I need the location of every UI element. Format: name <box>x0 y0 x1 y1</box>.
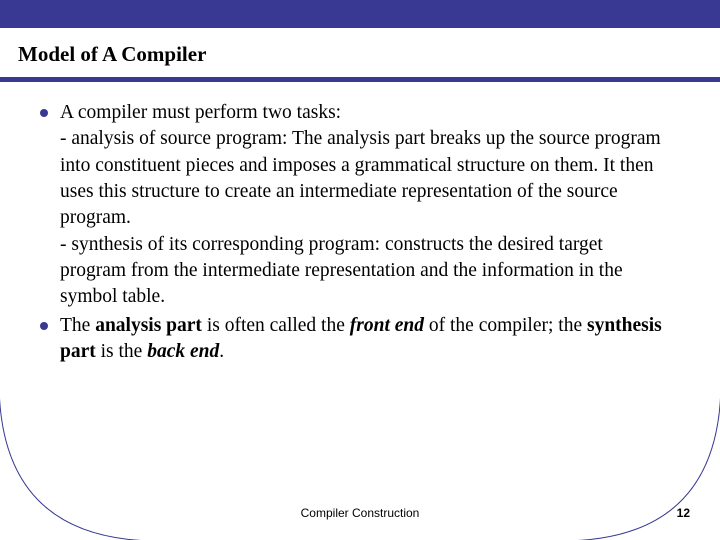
page-number: 12 <box>677 506 690 520</box>
bullet-text: A compiler must perform two tasks: - ana… <box>60 100 670 311</box>
title-area: Model of A Compiler <box>0 28 720 73</box>
slide-title: Model of A Compiler <box>18 42 720 67</box>
footer-center-text: Compiler Construction <box>301 506 420 520</box>
bullet-sub2: - synthesis of its corresponding program… <box>60 234 623 308</box>
bullet-sub1: - analysis of source program: The analys… <box>60 128 661 228</box>
bullet-text: The analysis part is often called the fr… <box>60 313 670 366</box>
text-bold: analysis part <box>95 315 202 336</box>
bullet-lead: A compiler must perform two tasks: <box>60 102 341 123</box>
text-run: of the compiler; the <box>424 315 587 336</box>
footer: Compiler Construction 12 <box>0 506 720 520</box>
text-run: is often called the <box>202 315 350 336</box>
bullet-item: The analysis part is often called the fr… <box>40 313 670 366</box>
bullet-item: A compiler must perform two tasks: - ana… <box>40 100 670 311</box>
text-bolditalic: front end <box>350 315 424 336</box>
bullet-icon <box>40 322 48 330</box>
text-bolditalic: back end <box>147 341 219 362</box>
top-accent-bar <box>0 0 720 28</box>
content-area: A compiler must perform two tasks: - ana… <box>0 82 720 365</box>
text-run: is the <box>96 341 147 362</box>
text-run: . <box>219 341 224 362</box>
text-run: The <box>60 315 95 336</box>
bullet-icon <box>40 109 48 117</box>
